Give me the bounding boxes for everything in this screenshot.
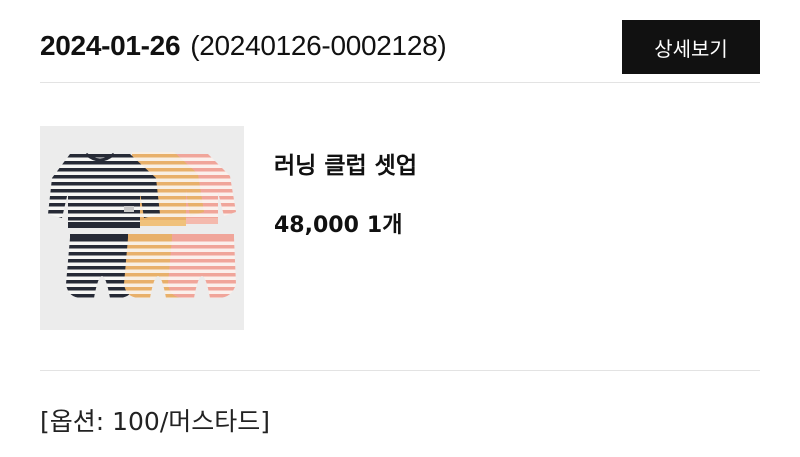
- header-divider: [40, 82, 760, 83]
- option-divider: [40, 370, 760, 371]
- product-option: [옵션: 100/머스타드]: [40, 407, 271, 436]
- order-header: 2024-01-26 (20240126-0002128) 상세보기: [40, 20, 760, 80]
- product-price-row: 48,000 1개: [274, 207, 402, 239]
- order-number: (20240126-0002128): [190, 30, 447, 61]
- order-date: 2024-01-26: [40, 30, 181, 61]
- order-title: 2024-01-26 (20240126-0002128): [40, 30, 447, 62]
- product-name[interactable]: 러닝 클럽 셋업: [274, 146, 417, 180]
- striped-baby-clothes-icon: [48, 152, 236, 298]
- product-quantity: 1개: [366, 213, 403, 238]
- product-price: 48,000: [274, 213, 359, 238]
- view-details-button[interactable]: 상세보기: [622, 20, 760, 74]
- product-image[interactable]: [40, 126, 244, 330]
